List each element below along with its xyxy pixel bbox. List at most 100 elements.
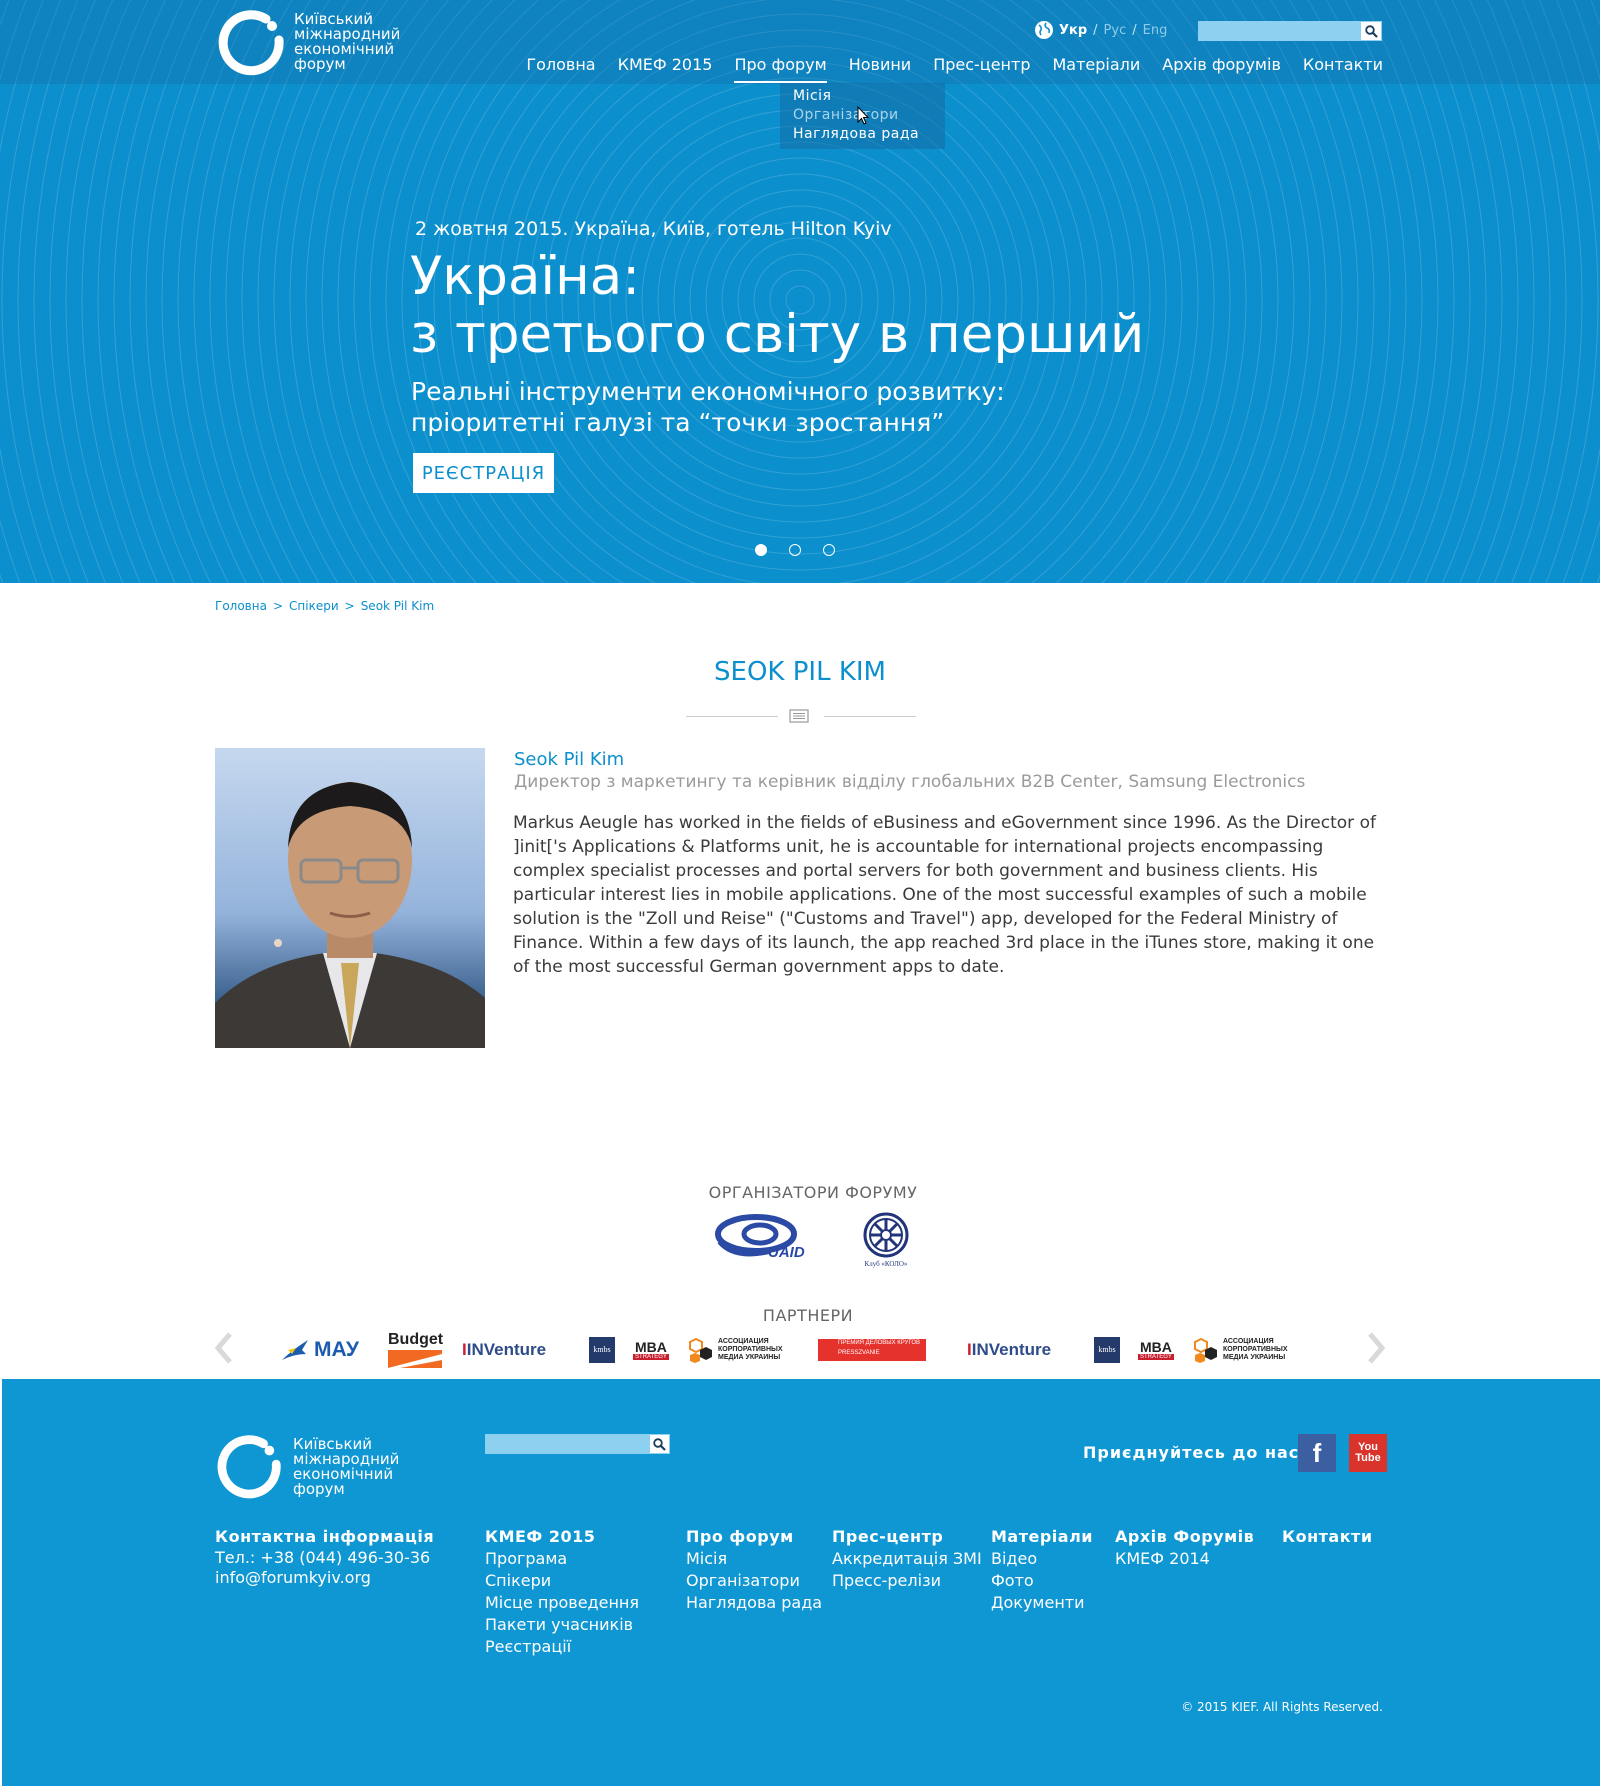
lang-rus[interactable]: Рус bbox=[1104, 23, 1127, 38]
partners-carousel: МАУ Budget I INVenture kmbs MBA STRATEGY… bbox=[280, 1327, 1315, 1372]
speaker-photo bbox=[215, 748, 485, 1048]
partner-budget-logo[interactable]: Budget bbox=[388, 1327, 443, 1372]
hero-banner: Київський міжнародний економічний форум … bbox=[0, 0, 1600, 583]
organizers-logos: UAID Клуб «КОЛО» bbox=[714, 1212, 916, 1272]
dropdown-item-mission[interactable]: Місія bbox=[793, 87, 932, 106]
page-title: SEOK PIL KIM bbox=[714, 657, 886, 687]
speaker-role: Директор з маркетингу та керівник відділ… bbox=[514, 772, 1306, 792]
partner-akmu-logo[interactable]: АССОЦИАЦИЯ КОРПОРАТИВНЫХ МЕДИА УКРАИНЫ bbox=[688, 1327, 783, 1372]
koło-club-logo-text: Клуб «КОЛО» bbox=[864, 1260, 908, 1268]
footer-heading[interactable]: Прес-центр bbox=[832, 1527, 982, 1546]
footer-link[interactable]: Реєстрації bbox=[485, 1636, 639, 1658]
partner-mba-logo-2[interactable]: MBA STRATEGY bbox=[1138, 1327, 1174, 1372]
koło-club-logo[interactable]: Клуб «КОЛО» bbox=[856, 1212, 916, 1272]
chevron-right-icon[interactable] bbox=[1364, 1330, 1388, 1366]
language-switcher: Укр / Рус / Eng bbox=[1034, 20, 1167, 40]
nav-materials[interactable]: Матеріали bbox=[1052, 55, 1140, 74]
main-navigation: Головна КМЕФ 2015 Про форум Новини Прес-… bbox=[504, 55, 1383, 83]
breadcrumb-speakers[interactable]: Спікери bbox=[289, 599, 339, 613]
partner-mba-logo[interactable]: MBA STRATEGY bbox=[633, 1327, 669, 1372]
footer-link[interactable]: Пресс-релізи bbox=[832, 1570, 982, 1592]
search-icon bbox=[1364, 24, 1378, 38]
search-icon bbox=[653, 1437, 666, 1451]
partner-inventure-logo-2[interactable]: I INVenture bbox=[967, 1327, 1051, 1372]
footer-link[interactable]: Спікери bbox=[485, 1570, 639, 1592]
footer-column-materials: Матеріали Відео Фото Документи bbox=[991, 1527, 1093, 1614]
footer-link[interactable]: Місце проведення bbox=[485, 1592, 639, 1614]
search-input[interactable] bbox=[1198, 21, 1360, 41]
logo-ring-icon bbox=[217, 1435, 281, 1499]
footer-phone: Тел.: +38 (044) 496-30-36 bbox=[215, 1548, 431, 1567]
lang-ukr[interactable]: Укр bbox=[1059, 23, 1087, 38]
nav-contacts[interactable]: Контакти bbox=[1303, 55, 1383, 74]
mouse-cursor-icon bbox=[857, 106, 869, 125]
footer-search-input[interactable] bbox=[485, 1434, 649, 1454]
footer-heading[interactable]: КМЕФ 2015 bbox=[485, 1527, 639, 1546]
footer-link[interactable]: Пакети учасників bbox=[485, 1614, 639, 1636]
hero-subtitle: Реальні інструменти економічного розвитк… bbox=[411, 377, 1005, 437]
breadcrumb-separator: > bbox=[272, 599, 284, 613]
footer-link[interactable]: Наглядова рада bbox=[686, 1592, 822, 1614]
nav-kmef-2015[interactable]: КМЕФ 2015 bbox=[618, 55, 713, 74]
site-logo[interactable]: Київський міжнародний економічний форум bbox=[216, 10, 400, 80]
footer-search-button[interactable] bbox=[649, 1434, 670, 1454]
footer-column-kmef: КМЕФ 2015 Програма Спікери Місце проведе… bbox=[485, 1527, 639, 1658]
nav-about-forum[interactable]: Про форум bbox=[734, 55, 827, 83]
footer-search bbox=[485, 1434, 670, 1454]
chevron-left-icon[interactable] bbox=[212, 1330, 236, 1366]
join-us-label: Приєднуйтесь до нас: bbox=[1083, 1443, 1307, 1462]
partner-premia-logo[interactable]: ПРЕМИЯ ДЕЛОВЫХ КРУГОВ PRESSZVANIE bbox=[818, 1327, 926, 1372]
dropdown-item-board[interactable]: Наглядова рада bbox=[793, 125, 932, 144]
footer-heading[interactable]: Про форум bbox=[686, 1527, 822, 1546]
nav-news[interactable]: Новини bbox=[849, 55, 912, 74]
footer-link[interactable]: Фото bbox=[991, 1570, 1093, 1592]
footer-link[interactable]: Програма bbox=[485, 1548, 639, 1570]
header-search bbox=[1198, 21, 1382, 41]
uaid-logo[interactable]: UAID bbox=[714, 1212, 826, 1264]
footer-email[interactable]: info@forumkyiv.org bbox=[215, 1568, 434, 1588]
uaid-logo-text: UAID bbox=[768, 1244, 805, 1261]
footer-link[interactable]: Аккредитація ЗМІ bbox=[832, 1548, 982, 1570]
slider-dot-1[interactable] bbox=[755, 544, 767, 556]
organizers-title: ОРГАНІЗАТОРИ ФОРУМУ bbox=[708, 1183, 918, 1202]
hero-title: Україна: з третього світу в перший bbox=[410, 246, 1145, 365]
lang-separator: / bbox=[1132, 22, 1137, 38]
search-button[interactable] bbox=[1360, 21, 1382, 41]
partner-mau-logo[interactable]: МАУ bbox=[280, 1327, 359, 1372]
footer-link[interactable]: Документи bbox=[991, 1592, 1093, 1614]
footer-column-press: Прес-центр Аккредитація ЗМІ Пресс-релізи bbox=[832, 1527, 982, 1592]
footer-link[interactable]: Місія bbox=[686, 1548, 822, 1570]
breadcrumb: Головна > Спікери > Seok Pil Kim bbox=[215, 599, 434, 613]
lang-separator: / bbox=[1093, 22, 1098, 38]
speaker-name: Seok Pil Kim bbox=[514, 749, 625, 770]
footer-link[interactable]: КМЕФ 2014 bbox=[1115, 1548, 1254, 1570]
footer-heading[interactable]: Матеріали bbox=[991, 1527, 1093, 1546]
nav-home[interactable]: Головна bbox=[526, 55, 595, 74]
footer-link[interactable]: Відео bbox=[991, 1548, 1093, 1570]
slider-dot-3[interactable] bbox=[823, 544, 835, 556]
footer-link[interactable]: Організатори bbox=[686, 1570, 822, 1592]
footer-column-archive: Архів Форумів КМЕФ 2014 bbox=[1115, 1527, 1254, 1570]
nav-press-center[interactable]: Прес-центр bbox=[933, 55, 1030, 74]
partner-inventure-logo[interactable]: I INVenture bbox=[462, 1327, 546, 1372]
footer-logo[interactable]: Київський міжнародний економічний форум bbox=[215, 1435, 399, 1503]
facebook-icon[interactable]: f bbox=[1298, 1434, 1336, 1472]
speaker-bio: Markus Aeugle has worked in the fields o… bbox=[513, 813, 1376, 977]
slider-dots bbox=[755, 544, 857, 556]
footer-logo-text: Київський міжнародний економічний форум bbox=[293, 1435, 400, 1498]
slider-dot-2[interactable] bbox=[789, 544, 801, 556]
copyright: © 2015 KIEF. All Rights Reserved. bbox=[1181, 1700, 1383, 1714]
youtube-icon[interactable]: You Tube bbox=[1349, 1434, 1387, 1472]
partner-kmbs-logo-2[interactable]: kmbs bbox=[1094, 1327, 1120, 1372]
footer-heading[interactable]: Контакти bbox=[1282, 1527, 1373, 1546]
partner-kmbs-logo[interactable]: kmbs bbox=[589, 1327, 615, 1372]
lang-eng[interactable]: Eng bbox=[1143, 23, 1168, 38]
partner-akmu-logo-2[interactable]: АССОЦИАЦИЯ КОРПОРАТИВНЫХ МЕДИА УКРАИНЫ bbox=[1193, 1327, 1288, 1372]
breadcrumb-home[interactable]: Головна bbox=[215, 599, 267, 613]
nav-forum-archive[interactable]: Архів форумів bbox=[1162, 55, 1281, 74]
partners-title: ПАРТНЕРИ bbox=[762, 1306, 854, 1325]
footer-heading[interactable]: Архів Форумів bbox=[1115, 1527, 1254, 1546]
logo-text: Київський міжнародний економічний форум bbox=[294, 10, 401, 73]
footer-column-contacts: Контакти bbox=[1282, 1527, 1373, 1548]
registration-button[interactable]: РЕЄСТРАЦІЯ bbox=[413, 453, 554, 493]
